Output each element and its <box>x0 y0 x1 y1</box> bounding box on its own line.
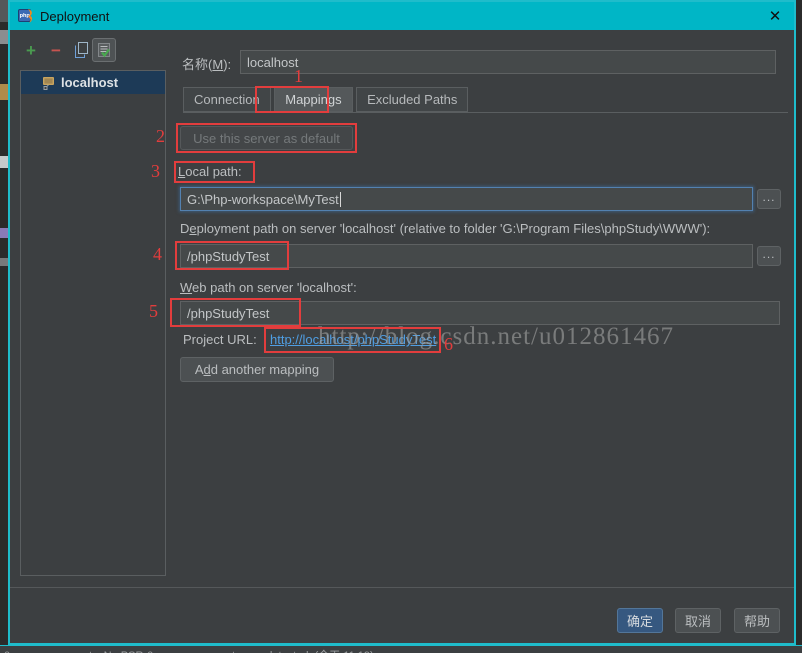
annotation-number-1: 1 <box>294 66 303 87</box>
project-url-link[interactable]: http://localhost/phpStudyTest <box>270 332 436 347</box>
local-path-label: Local path: <box>178 164 242 179</box>
ok-button[interactable]: 确定 <box>617 608 663 633</box>
annotation-number-3: 3 <box>151 161 160 182</box>
deploy-label-post: ployment path on server 'localhost' (rel… <box>197 221 711 236</box>
annotation-number-2: 2 <box>156 126 165 147</box>
checklist-icon <box>96 42 112 58</box>
deployment-dialog: php Deployment ✕ + − <box>8 0 796 645</box>
local-path-browse-button[interactable]: ... <box>757 189 781 209</box>
cancel-button[interactable]: 取消 <box>675 608 721 633</box>
tab-excluded-paths[interactable]: Excluded Paths <box>356 87 468 112</box>
copy-server-button[interactable] <box>72 41 90 59</box>
tab-connection[interactable]: Connection <box>183 87 271 112</box>
phpstorm-icon: php <box>18 8 34 24</box>
tabs-row: Connection Mappings Excluded Paths <box>183 87 467 112</box>
help-button[interactable]: 帮助 <box>734 608 780 633</box>
text-caret <box>340 192 341 207</box>
web-path-label: Web path on server 'localhost': <box>180 280 357 295</box>
name-value: localhost <box>247 55 298 70</box>
use-server-default-button[interactable]: Use this server as default <box>180 126 353 150</box>
copy-icon <box>73 41 89 59</box>
dialog-title: Deployment <box>40 9 109 24</box>
ide-status-bar: 0 namespace roots: No PSR-0 namespace ro… <box>0 645 802 653</box>
server-icon <box>41 75 56 90</box>
name-input[interactable]: localhost <box>240 50 776 74</box>
use-as-default-toggle[interactable] <box>92 38 116 62</box>
plus-icon: + <box>26 41 36 61</box>
close-icon[interactable]: ✕ <box>764 7 786 25</box>
web-path-value: /phpStudyTest <box>187 306 269 321</box>
name-label-post: ): <box>223 57 231 72</box>
web-label-post: eb path on server 'localhost': <box>192 280 357 295</box>
annotation-number-6: 6 <box>444 334 453 355</box>
deployment-path-label: Deployment path on server 'localhost' (r… <box>180 221 710 236</box>
add-server-button[interactable]: + <box>22 42 40 60</box>
deployment-path-value: /phpStudyTest <box>187 249 269 264</box>
svg-text:php: php <box>20 13 31 19</box>
bg-fragment <box>0 228 8 238</box>
tabs-separator <box>183 112 788 113</box>
bg-fragment <box>0 30 8 44</box>
add-mapping-mnemonic: d <box>204 362 211 377</box>
status-message: 0 namespace roots: No PSR-0 namespace ro… <box>4 647 374 653</box>
deployment-path-input[interactable]: /phpStudyTest <box>180 244 753 268</box>
name-label-mnemonic: M <box>212 57 223 72</box>
add-another-mapping-button[interactable]: Add another mapping <box>180 357 334 382</box>
bg-fragment <box>0 84 8 100</box>
name-label: 名称(M): <box>182 54 231 73</box>
deploy-label-pre: D <box>180 221 189 236</box>
remove-server-button[interactable]: − <box>47 42 65 60</box>
bg-fragment <box>0 258 8 266</box>
name-label-pre: 名称( <box>182 57 212 72</box>
server-list-item-localhost[interactable]: localhost <box>21 71 165 94</box>
web-path-input[interactable]: /phpStudyTest <box>180 301 780 325</box>
dialog-titlebar[interactable]: php Deployment ✕ <box>10 2 794 30</box>
local-path-post: ocal path: <box>185 164 241 179</box>
local-path-input[interactable]: G:\Php-workspace\MyTest <box>180 187 753 211</box>
local-path-value: G:\Php-workspace\MyTest <box>187 192 339 207</box>
server-list-panel: localhost <box>20 70 166 576</box>
server-item-label: localhost <box>61 75 118 90</box>
project-url-label: Project URL: <box>183 332 257 347</box>
add-mapping-label: Add another mapping <box>195 362 319 377</box>
annotation-number-5: 5 <box>149 301 158 322</box>
tab-mappings[interactable]: Mappings <box>274 87 352 112</box>
add-mapping-post: d another mapping <box>211 362 319 377</box>
minus-icon: − <box>51 41 61 61</box>
annotation-number-4: 4 <box>153 244 162 265</box>
deploy-label-mnemonic: e <box>189 221 196 236</box>
bg-fragment <box>0 0 8 22</box>
bg-fragment <box>0 156 8 168</box>
add-mapping-pre: A <box>195 362 204 377</box>
footer-separator <box>10 587 794 588</box>
web-label-mnemonic: W <box>180 280 192 295</box>
dialog-body: + − <box>10 30 794 643</box>
deployment-path-browse-button[interactable]: ... <box>757 246 781 266</box>
